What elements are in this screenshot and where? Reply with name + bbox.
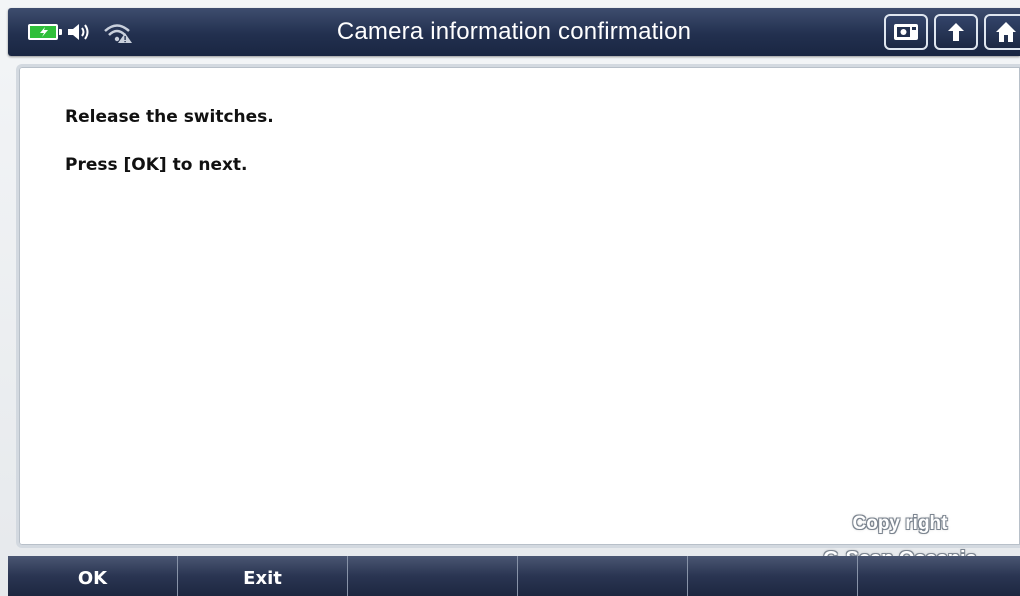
title-buttons	[884, 14, 1020, 50]
prompt-text: Press [OK] to next.	[65, 155, 248, 175]
title-bar: Camera information confirmation	[8, 8, 1020, 56]
app-screen: Camera information confirmation Release …	[0, 0, 1020, 596]
screen-capture-button[interactable]	[884, 14, 928, 50]
exit-button[interactable]: Exit	[178, 556, 348, 596]
function-button-3[interactable]	[348, 556, 518, 596]
instruction-text: Release the switches.	[65, 107, 274, 127]
screen-capture-icon	[894, 24, 918, 40]
function-button-5[interactable]	[688, 556, 858, 596]
page-title: Camera information confirmation	[336, 18, 692, 45]
back-button[interactable]	[934, 14, 978, 50]
ok-button[interactable]: OK	[8, 556, 178, 596]
back-arrow-icon	[948, 23, 964, 41]
home-icon	[996, 22, 1016, 42]
message-panel: Release the switches. Press [OK] to next…	[16, 64, 1020, 548]
function-bar: OK Exit	[8, 556, 1020, 596]
function-button-6[interactable]	[858, 556, 1020, 596]
function-button-4[interactable]	[518, 556, 688, 596]
home-button[interactable]	[984, 14, 1020, 50]
